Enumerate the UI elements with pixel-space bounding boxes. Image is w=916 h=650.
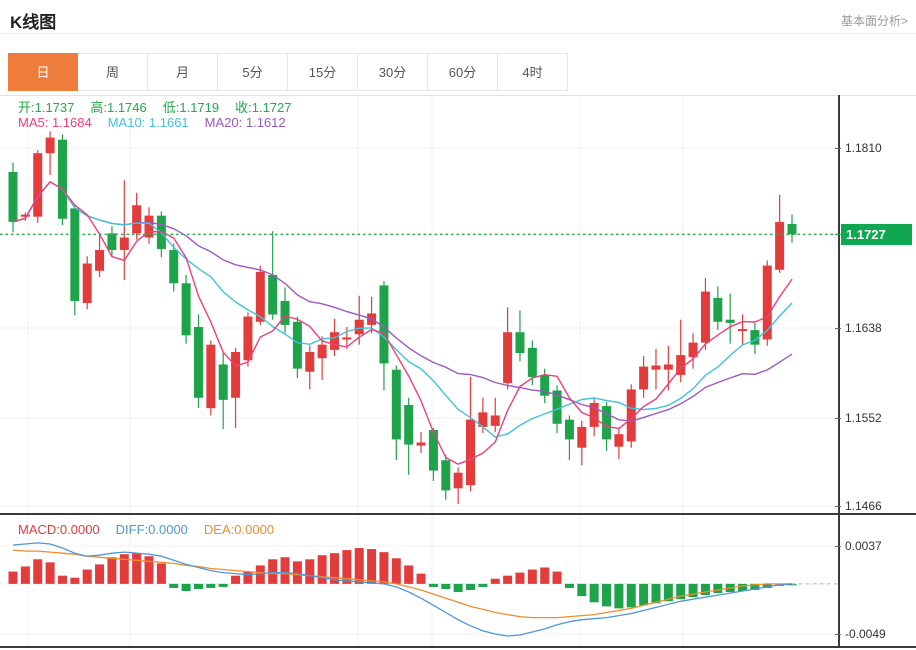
- header-divider: [0, 33, 916, 34]
- tab-5-30分[interactable]: 30分: [358, 53, 428, 91]
- current-price-badge: 1.1727: [841, 224, 912, 245]
- axis-tick-label: 0.0037: [845, 539, 882, 553]
- ma-legend-item: MA10: 1.1661: [108, 115, 189, 130]
- macd-legend: MACD:0.0000 DIFF:0.0000 DEA:0.0000: [18, 522, 290, 537]
- axis-tick: [835, 148, 841, 149]
- axis-tick-label: -0.0049: [845, 627, 886, 641]
- axis-tick-label: 1.1552: [845, 411, 882, 425]
- page-title: K线图: [10, 8, 56, 33]
- macd-legend-item: DEA:0.0000: [204, 522, 274, 537]
- pane-separator: [0, 513, 916, 515]
- chart-bottom-border: [0, 646, 916, 648]
- ma-legend: MA5: 1.1684 MA10: 1.1661 MA20: 1.1612: [18, 115, 302, 130]
- fundamental-analysis-link[interactable]: 基本面分析>: [841, 12, 908, 29]
- tab-7-4时[interactable]: 4时: [498, 53, 568, 91]
- ohlc-legend-item: 开:1.1737: [18, 100, 74, 115]
- tab-4-15分[interactable]: 15分: [288, 53, 358, 91]
- axis-tick: [835, 546, 841, 547]
- tab-0-日[interactable]: 日: [8, 53, 78, 91]
- axis-tick: [835, 506, 841, 507]
- price-axis-line: [838, 95, 840, 648]
- ohlc-legend-item: 收:1.1727: [235, 100, 291, 115]
- axis-tick: [835, 634, 841, 635]
- candles: [9, 131, 797, 504]
- macd-legend-item: MACD:0.0000: [18, 522, 100, 537]
- ohlc-legend: 开:1.1737 高:1.1746 低:1.1719 收:1.1727: [18, 97, 308, 116]
- chart-top-border: [0, 95, 916, 96]
- ma-legend-item: MA5: 1.1684: [18, 115, 92, 130]
- axis-tick-label: 1.1466: [845, 499, 882, 513]
- ma-legend-item: MA20: 1.1612: [205, 115, 286, 130]
- tab-2-月[interactable]: 月: [148, 53, 218, 91]
- period-tab-bar: 日周月5分15分30分60分4时: [8, 53, 568, 91]
- tab-3-5分[interactable]: 5分: [218, 53, 288, 91]
- axis-tick-label: 1.1810: [845, 141, 882, 155]
- axis-tick: [835, 418, 841, 419]
- tab-6-60分[interactable]: 60分: [428, 53, 498, 91]
- axis-tick-label: 1.1638: [845, 321, 882, 335]
- axis-tick: [835, 328, 841, 329]
- ohlc-legend-item: 高:1.1746: [90, 100, 146, 115]
- macd-legend-item: DIFF:0.0000: [116, 522, 188, 537]
- tab-1-周[interactable]: 周: [78, 53, 148, 91]
- macd-histogram: [9, 548, 797, 608]
- ohlc-legend-item: 低:1.1719: [163, 100, 219, 115]
